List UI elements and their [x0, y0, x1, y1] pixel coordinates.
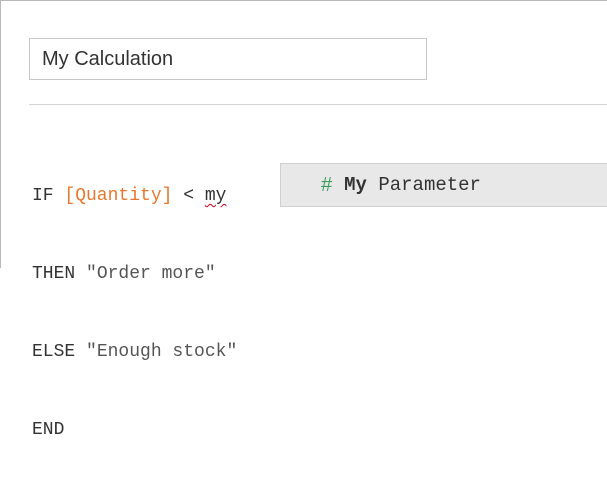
- string-literal-enough-stock: "Enough stock": [86, 342, 238, 362]
- string-literal-order-more: "Order more": [86, 264, 216, 284]
- keyword-else: ELSE: [32, 342, 87, 362]
- typed-text: my: [204, 186, 227, 206]
- formula-editor[interactable]: IF [Quantity] < my THEN "Order more" ELS…: [32, 131, 237, 495]
- autocomplete-rest-text: Parameter: [366, 174, 481, 196]
- operator-less-than: <: [172, 186, 205, 206]
- keyword-if: IF: [32, 186, 65, 206]
- calculation-editor-window: My Calculation IF [Quantity] < my THEN "…: [0, 0, 607, 440]
- autocomplete-item-my-parameter[interactable]: # My Parameter: [280, 163, 607, 207]
- calculation-name-field[interactable]: My Calculation: [29, 38, 427, 80]
- code-line-else: ELSE "Enough stock": [32, 339, 237, 365]
- keyword-end: END: [32, 420, 65, 440]
- number-parameter-icon: #: [321, 173, 333, 196]
- autocomplete-match-text: My: [344, 174, 367, 196]
- code-line-end: END: [32, 417, 237, 443]
- divider: [29, 104, 607, 105]
- field-reference-quantity: [Quantity]: [64, 186, 173, 206]
- code-line-if: IF [Quantity] < my: [32, 183, 237, 209]
- code-line-then: THEN "Order more": [32, 261, 237, 287]
- keyword-then: THEN: [32, 264, 87, 284]
